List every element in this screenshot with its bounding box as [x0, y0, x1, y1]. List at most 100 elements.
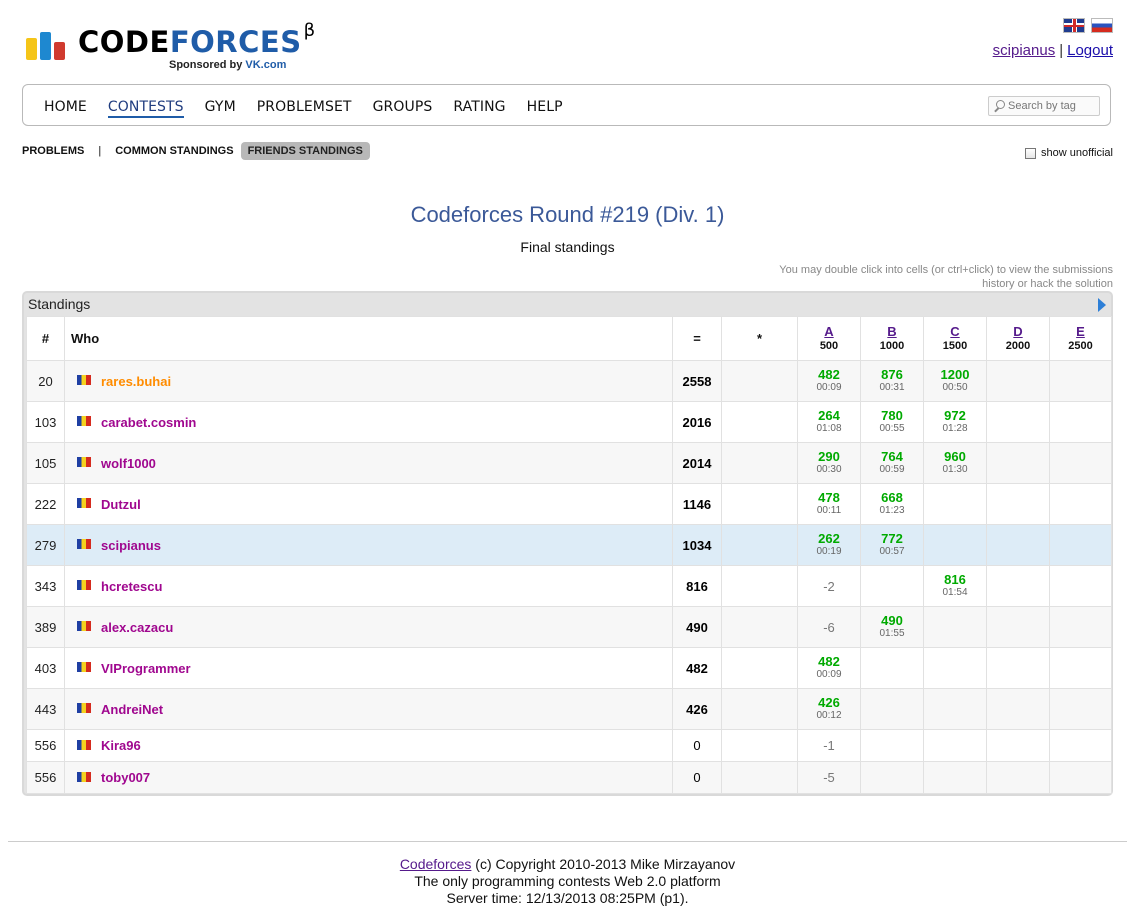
problem-result-cell[interactable]: -1: [797, 729, 861, 762]
expand-arrow-icon[interactable]: [1098, 298, 1106, 312]
problem-link-b[interactable]: B: [861, 324, 923, 339]
menu-gym[interactable]: GYM: [205, 99, 236, 118]
hacks-cell[interactable]: [721, 565, 798, 607]
problem-result-cell[interactable]: 264 01:08: [797, 401, 861, 443]
problem-result-cell[interactable]: [1049, 606, 1112, 648]
problem-result-cell[interactable]: [1049, 360, 1112, 402]
problem-result-cell[interactable]: 668 01:23: [860, 483, 924, 525]
menu-help[interactable]: HELP: [527, 99, 563, 118]
search-box[interactable]: [988, 96, 1100, 116]
problem-result-cell[interactable]: [986, 360, 1050, 402]
menu-home[interactable]: HOME: [44, 99, 87, 118]
problem-result-cell[interactable]: 426 00:12: [797, 688, 861, 730]
problem-result-cell[interactable]: 780 00:55: [860, 401, 924, 443]
problem-result-cell[interactable]: [923, 688, 987, 730]
hacks-cell[interactable]: [721, 360, 798, 402]
problem-result-cell[interactable]: 478 00:11: [797, 483, 861, 525]
problem-result-cell[interactable]: 972 01:28: [923, 401, 987, 443]
participant-handle[interactable]: hcretescu: [101, 579, 162, 594]
problem-result-cell[interactable]: 876 00:31: [860, 360, 924, 402]
tab-friends-standings[interactable]: FRIENDS STANDINGS: [240, 142, 370, 160]
problem-result-cell[interactable]: [986, 483, 1050, 525]
problem-result-cell[interactable]: [1049, 729, 1112, 762]
participant-handle[interactable]: toby007: [101, 770, 150, 785]
problem-result-cell[interactable]: [986, 761, 1050, 794]
hacks-cell[interactable]: [721, 524, 798, 566]
menu-problemset[interactable]: PROBLEMSET: [257, 99, 352, 118]
problem-result-cell[interactable]: 1200 00:50: [923, 360, 987, 402]
problem-link-a[interactable]: A: [798, 324, 860, 339]
participant-handle[interactable]: rares.buhai: [101, 374, 171, 389]
hacks-cell[interactable]: [721, 606, 798, 648]
problem-result-cell[interactable]: 482 00:09: [797, 360, 861, 402]
problem-result-cell[interactable]: [1049, 688, 1112, 730]
hacks-cell[interactable]: [721, 761, 798, 794]
menu-contests[interactable]: CONTESTS: [107, 99, 184, 118]
problem-result-cell[interactable]: [986, 524, 1050, 566]
problem-result-cell[interactable]: -2: [797, 565, 861, 607]
tab-common-standings[interactable]: COMMON STANDINGS: [115, 145, 233, 157]
participant-handle[interactable]: alex.cazacu: [101, 620, 173, 635]
problem-result-cell[interactable]: [1049, 565, 1112, 607]
participant-handle[interactable]: wolf1000: [101, 456, 156, 471]
problem-result-cell[interactable]: [923, 524, 987, 566]
problem-result-cell[interactable]: [986, 606, 1050, 648]
problem-result-cell[interactable]: 960 01:30: [923, 442, 987, 484]
logout-link[interactable]: Logout: [1067, 42, 1113, 59]
problem-result-cell[interactable]: 290 00:30: [797, 442, 861, 484]
hacks-cell[interactable]: [721, 401, 798, 443]
problem-result-cell[interactable]: [860, 565, 924, 607]
problem-result-cell[interactable]: [923, 606, 987, 648]
participant-handle[interactable]: AndreiNet: [101, 702, 163, 717]
hacks-cell[interactable]: [721, 483, 798, 525]
problem-result-cell[interactable]: [986, 729, 1050, 762]
show-unofficial-toggle[interactable]: show unofficial: [1025, 147, 1113, 159]
problem-result-cell[interactable]: 772 00:57: [860, 524, 924, 566]
participant-handle[interactable]: carabet.cosmin: [101, 415, 196, 430]
footer-codeforces-link[interactable]: Codeforces: [400, 856, 472, 872]
problem-link-d[interactable]: D: [987, 324, 1049, 339]
problem-result-cell[interactable]: [860, 761, 924, 794]
problem-result-cell[interactable]: [923, 729, 987, 762]
problem-result-cell[interactable]: [923, 761, 987, 794]
problem-result-cell[interactable]: -5: [797, 761, 861, 794]
hacks-cell[interactable]: [721, 729, 798, 762]
participant-handle[interactable]: Dutzul: [101, 497, 141, 512]
participant-handle[interactable]: scipianus: [101, 538, 161, 553]
problem-link-e[interactable]: E: [1050, 324, 1111, 339]
profile-link[interactable]: scipianus: [993, 42, 1056, 59]
problem-result-cell[interactable]: [1049, 401, 1112, 443]
hacks-cell[interactable]: [721, 688, 798, 730]
problem-result-cell[interactable]: [986, 688, 1050, 730]
russia-flag-icon[interactable]: [1091, 18, 1113, 33]
problem-result-cell[interactable]: 262 00:19: [797, 524, 861, 566]
problem-result-cell[interactable]: 482 00:09: [797, 647, 861, 689]
problem-link-c[interactable]: C: [924, 324, 986, 339]
problem-result-cell[interactable]: [860, 729, 924, 762]
problem-result-cell[interactable]: -6: [797, 606, 861, 648]
problem-result-cell[interactable]: [923, 483, 987, 525]
menu-groups[interactable]: GROUPS: [373, 99, 433, 118]
problem-result-cell[interactable]: [986, 401, 1050, 443]
codeforces-logo[interactable]: CODEFORCES β Sponsored by VK.com: [26, 22, 326, 76]
problem-result-cell[interactable]: 764 00:59: [860, 442, 924, 484]
uk-flag-icon[interactable]: [1063, 18, 1085, 33]
problem-result-cell[interactable]: 816 01:54: [923, 565, 987, 607]
problem-result-cell[interactable]: [986, 442, 1050, 484]
hacks-cell[interactable]: [721, 647, 798, 689]
participant-handle[interactable]: VIProgrammer: [101, 661, 191, 676]
search-input[interactable]: [1006, 100, 1096, 112]
problem-result-cell[interactable]: [1049, 442, 1112, 484]
problem-result-cell[interactable]: 490 01:55: [860, 606, 924, 648]
hacks-cell[interactable]: [721, 442, 798, 484]
tab-problems[interactable]: PROBLEMS: [22, 145, 84, 157]
problem-result-cell[interactable]: [1049, 647, 1112, 689]
problem-result-cell[interactable]: [986, 565, 1050, 607]
participant-handle[interactable]: Kira96: [101, 738, 141, 753]
problem-result-cell[interactable]: [860, 688, 924, 730]
problem-result-cell[interactable]: [1049, 524, 1112, 566]
problem-result-cell[interactable]: [860, 647, 924, 689]
show-unofficial-checkbox[interactable]: [1025, 147, 1037, 159]
menu-rating[interactable]: RATING: [453, 99, 505, 118]
problem-result-cell[interactable]: [1049, 761, 1112, 794]
